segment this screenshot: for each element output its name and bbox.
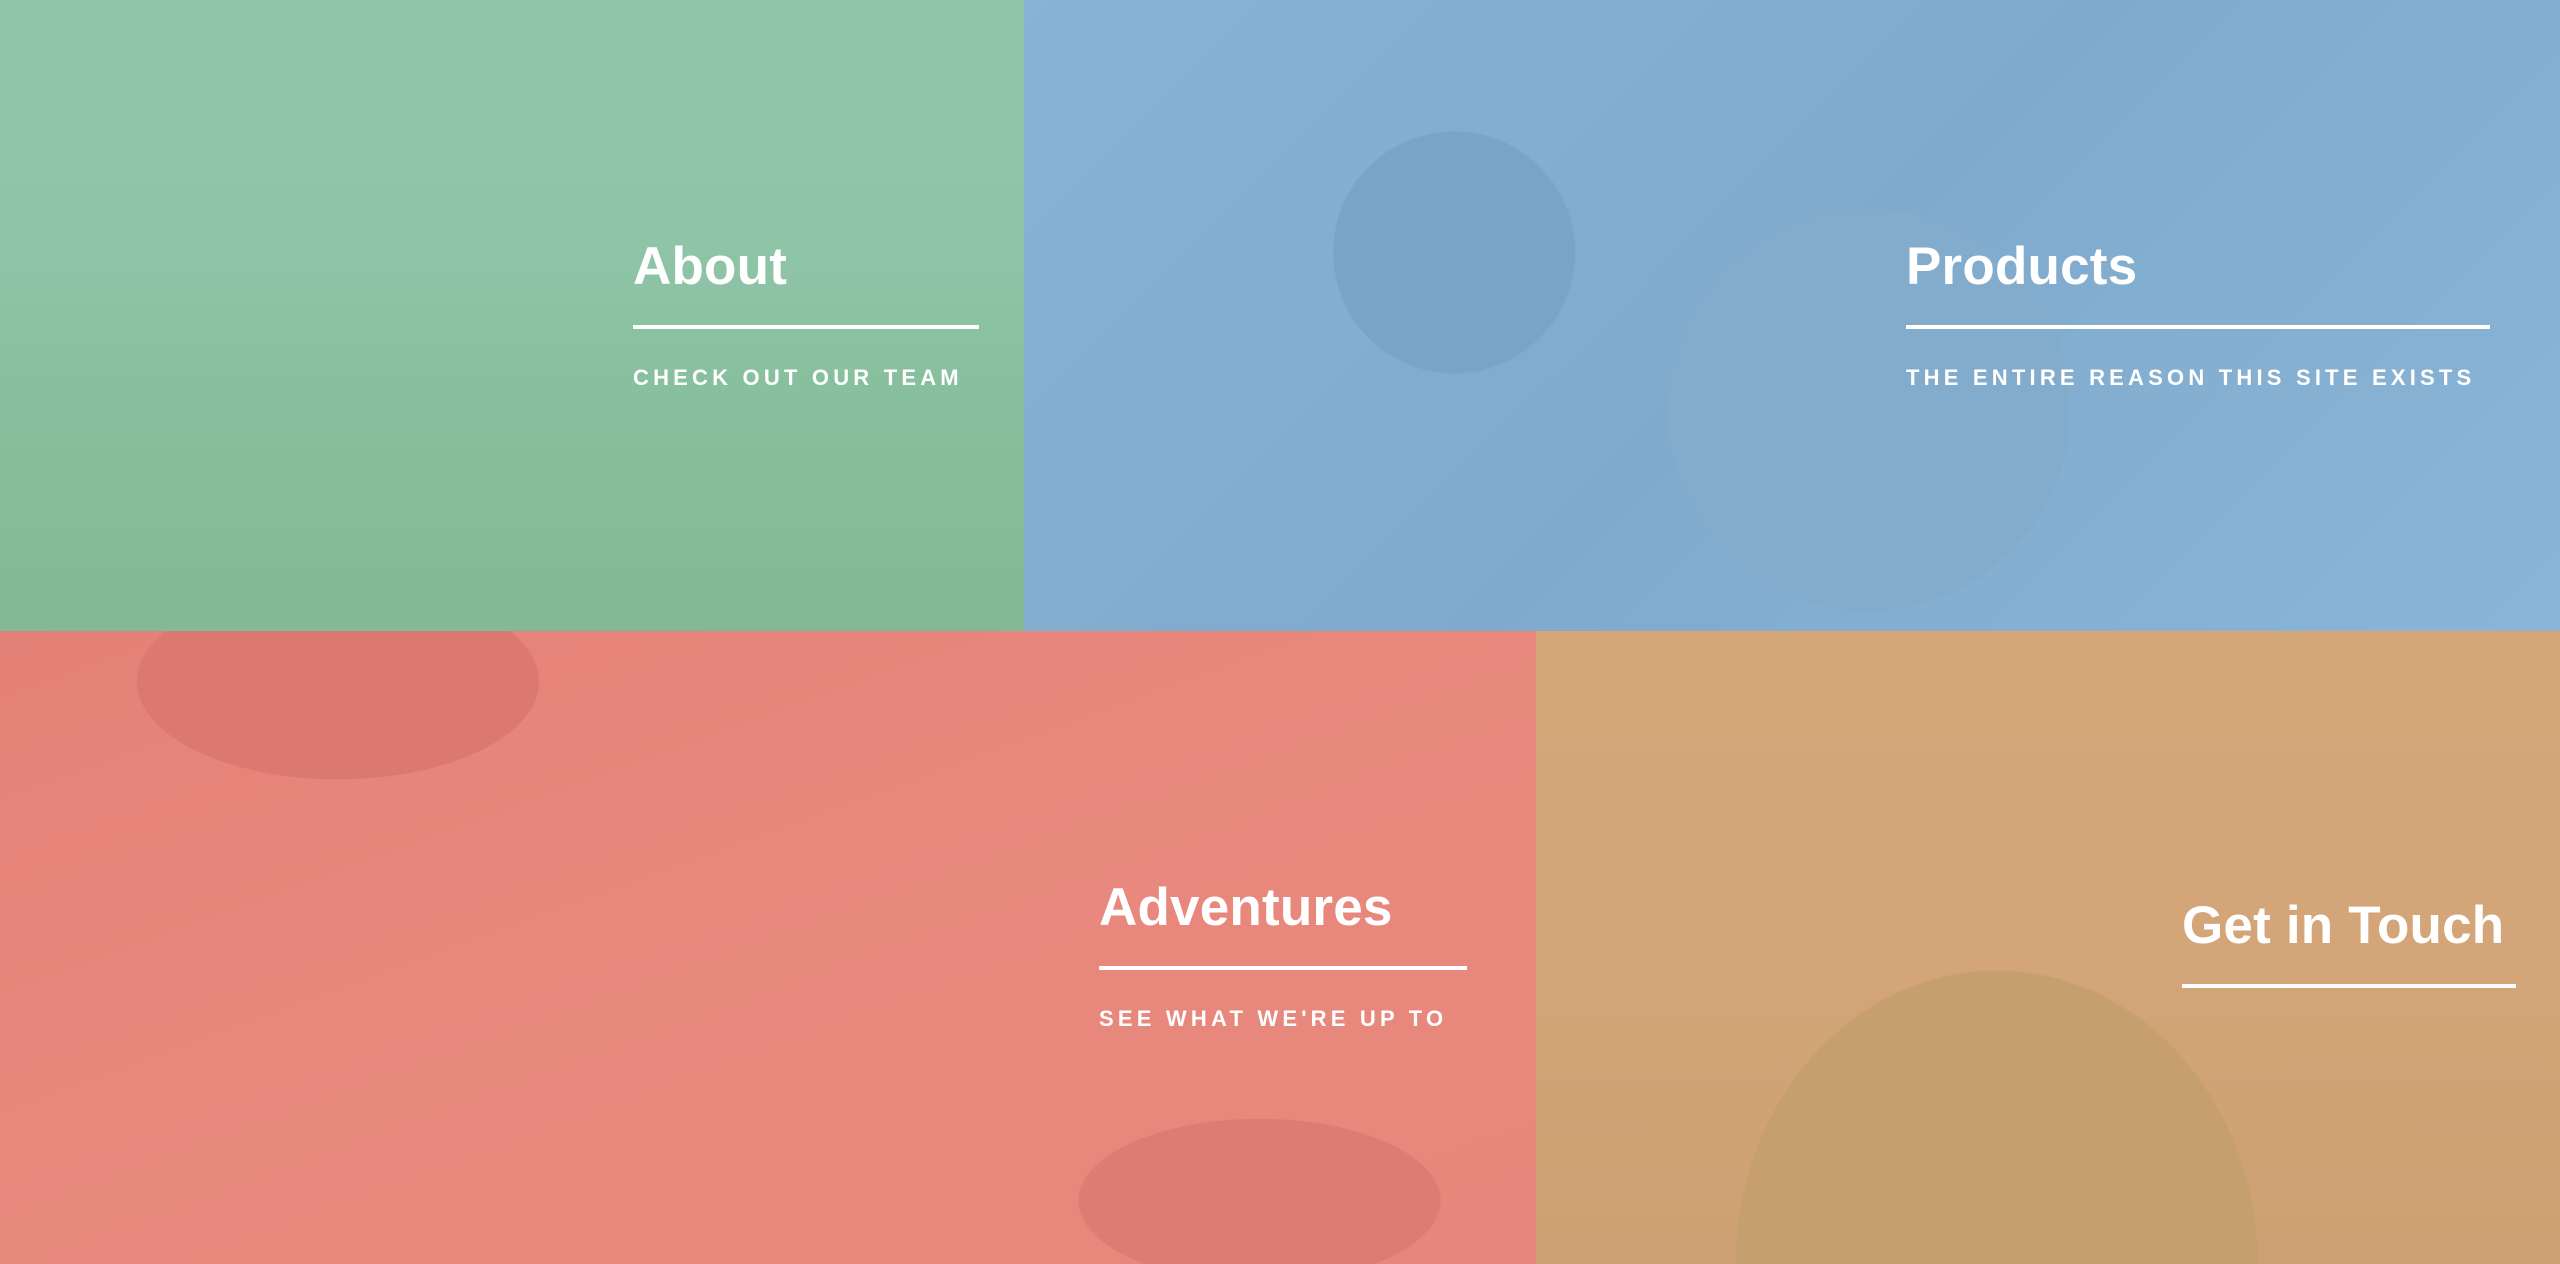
tile-products[interactable]: Products THE ENTIRE REASON THIS SITE EXI…: [1024, 0, 2560, 631]
tile-adventures[interactable]: Adventures SEE WHAT WE'RE UP TO: [0, 631, 1536, 1264]
tile-title: Adventures: [1099, 878, 1393, 937]
title-underline: [1906, 325, 2490, 329]
tile-subtitle: SEE WHAT WE'RE UP TO: [1099, 1006, 1448, 1031]
tile-subtitle: THE ENTIRE REASON THIS SITE EXISTS: [1906, 365, 2476, 390]
tile-caption: About CHECK OUT OUR TEAM: [633, 240, 979, 391]
tile-title: Get in Touch: [2182, 896, 2505, 955]
tile-caption: Adventures SEE WHAT WE'RE UP TO: [1099, 881, 1467, 1032]
title-underline: [633, 325, 979, 329]
title-underline: [1099, 966, 1467, 970]
tile-caption: Get in Touch: [2182, 899, 2516, 988]
tile-subtitle: CHECK OUT OUR TEAM: [633, 365, 963, 390]
tile-title: About: [633, 237, 788, 296]
title-underline: [2182, 984, 2516, 988]
tile-contact[interactable]: Get in Touch: [1536, 631, 2560, 1264]
tile-grid: About CHECK OUT OUR TEAM Products THE EN…: [0, 0, 2560, 1264]
tile-title: Products: [1906, 237, 2138, 296]
tile-about[interactable]: About CHECK OUT OUR TEAM: [0, 0, 1024, 631]
tile-caption: Products THE ENTIRE REASON THIS SITE EXI…: [1906, 240, 2490, 391]
